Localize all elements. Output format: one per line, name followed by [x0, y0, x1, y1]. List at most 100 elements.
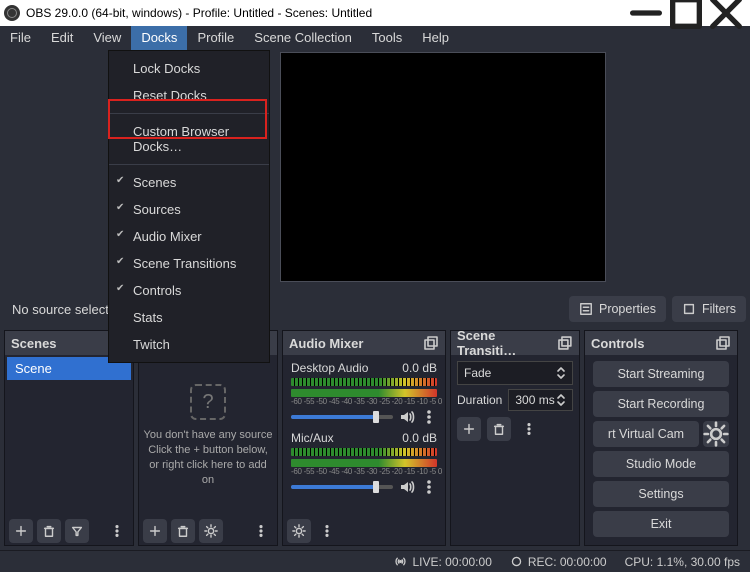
- studio-mode-button[interactable]: Studio Mode: [593, 451, 729, 477]
- app-icon: [4, 5, 20, 21]
- status-live-text: LIVE: 00:00:00: [412, 555, 491, 569]
- channel-db: 0.0 dB: [402, 361, 437, 375]
- menu-docks[interactable]: Docks: [131, 26, 187, 50]
- mixer-more-button[interactable]: [315, 519, 339, 543]
- menu-profile[interactable]: Profile: [187, 26, 244, 50]
- add-transition-button[interactable]: [457, 417, 481, 441]
- gear-icon: [292, 524, 306, 538]
- duration-value: 300 ms: [515, 393, 554, 407]
- dd-scene-transitions[interactable]: Scene Transitions: [109, 250, 269, 277]
- menu-tools[interactable]: Tools: [362, 26, 412, 50]
- scene-filter-button[interactable]: [65, 519, 89, 543]
- volume-slider[interactable]: [291, 415, 393, 419]
- status-bar: LIVE: 00:00:00 REC: 00:00:00 CPU: 1.1%, …: [0, 550, 750, 572]
- transition-more-button[interactable]: [517, 417, 541, 441]
- vu-meter: [291, 389, 437, 397]
- menu-view[interactable]: View: [83, 26, 131, 50]
- dock-header[interactable]: Controls: [585, 331, 737, 355]
- broadcast-icon: [394, 555, 407, 568]
- popout-icon[interactable]: [557, 335, 573, 351]
- updown-icon: [556, 366, 566, 380]
- status-cpu: CPU: 1.1%, 30.00 fps: [625, 555, 740, 569]
- dd-reset-docks[interactable]: Reset Docks: [109, 82, 269, 109]
- dock-title: Audio Mixer: [289, 336, 363, 351]
- delete-source-button[interactable]: [171, 519, 195, 543]
- dd-stats[interactable]: Stats: [109, 304, 269, 331]
- gear-icon: [703, 421, 729, 447]
- docks-dropdown: Lock Docks Reset Docks Custom Browser Do…: [108, 50, 270, 363]
- meter-ticks: -60 -55 -50 -45 -40 -35 -30 -25 -20 -15 …: [291, 467, 437, 476]
- gear-icon: [204, 524, 218, 538]
- transition-select[interactable]: Fade: [457, 361, 573, 385]
- close-button[interactable]: [706, 0, 746, 26]
- menu-help[interactable]: Help: [412, 26, 459, 50]
- channel-name: Mic/Aux: [291, 431, 402, 445]
- properties-button[interactable]: Properties: [569, 296, 666, 322]
- record-icon: [510, 555, 523, 568]
- menu-scene-collection[interactable]: Scene Collection: [244, 26, 362, 50]
- filters-button[interactable]: Filters: [672, 296, 746, 322]
- dd-audio-mixer[interactable]: Audio Mixer: [109, 223, 269, 250]
- delete-scene-button[interactable]: [37, 519, 61, 543]
- more-icon[interactable]: [421, 409, 437, 425]
- popout-icon[interactable]: [715, 335, 731, 351]
- add-source-button[interactable]: [143, 519, 167, 543]
- vu-meter: [291, 448, 437, 456]
- virtual-cam-settings-button[interactable]: [703, 421, 729, 447]
- status-rec-text: REC: 00:00:00: [528, 555, 607, 569]
- minimize-button[interactable]: [626, 0, 666, 26]
- dock-title: Scene Transiti…: [457, 328, 557, 358]
- empty-text: Click the + button below,: [148, 443, 268, 458]
- dd-controls[interactable]: Controls: [109, 277, 269, 304]
- dd-lock-docks[interactable]: Lock Docks: [109, 55, 269, 82]
- window-titlebar: OBS 29.0.0 (64-bit, windows) - Profile: …: [0, 0, 750, 26]
- updown-icon: [556, 393, 566, 407]
- mixer-settings-button[interactable]: [287, 519, 311, 543]
- dock-controls: Controls Start Streaming Start Recording…: [584, 330, 738, 546]
- dock-header[interactable]: Scene Transiti…: [451, 331, 579, 355]
- volume-slider[interactable]: [291, 485, 393, 489]
- speaker-icon[interactable]: [399, 409, 415, 425]
- delete-transition-button[interactable]: [487, 417, 511, 441]
- virtual-cam-button[interactable]: rt Virtual Cam: [593, 421, 699, 447]
- plus-icon: [462, 422, 476, 436]
- menu-file[interactable]: File: [0, 26, 41, 50]
- speaker-icon[interactable]: [399, 479, 415, 495]
- start-streaming-button[interactable]: Start Streaming: [593, 361, 729, 387]
- dd-separator: [109, 113, 269, 114]
- duration-label: Duration: [457, 393, 502, 407]
- more-icon[interactable]: [421, 479, 437, 495]
- source-settings-button[interactable]: [199, 519, 223, 543]
- filters-icon: [682, 302, 696, 316]
- more-icon: [320, 524, 334, 538]
- maximize-button[interactable]: [666, 0, 706, 26]
- meter-ticks: -60 -55 -50 -45 -40 -35 -30 -25 -20 -15 …: [291, 397, 437, 406]
- dd-custom-browser-docks[interactable]: Custom Browser Docks…: [109, 118, 269, 160]
- dock-audio-mixer: Audio Mixer Desktop Audio0.0 dB -60 -55 …: [282, 330, 446, 546]
- dd-twitch[interactable]: Twitch: [109, 331, 269, 358]
- dock-title: Scenes: [11, 336, 57, 351]
- menu-edit[interactable]: Edit: [41, 26, 83, 50]
- popout-icon[interactable]: [423, 335, 439, 351]
- start-recording-button[interactable]: Start Recording: [593, 391, 729, 417]
- question-icon: ?: [190, 384, 226, 420]
- add-scene-button[interactable]: [9, 519, 33, 543]
- channel-db: 0.0 dB: [402, 431, 437, 445]
- dock-header[interactable]: Audio Mixer: [283, 331, 445, 355]
- duration-spinner[interactable]: 300 ms: [508, 389, 573, 411]
- settings-button[interactable]: Settings: [593, 481, 729, 507]
- source-more-button[interactable]: [249, 519, 273, 543]
- scene-more-button[interactable]: [105, 519, 129, 543]
- properties-label: Properties: [599, 302, 656, 316]
- vu-meter: [291, 378, 437, 386]
- trash-icon: [176, 524, 190, 538]
- dd-scenes[interactable]: Scenes: [109, 169, 269, 196]
- dd-sources[interactable]: Sources: [109, 196, 269, 223]
- status-cpu-text: CPU: 1.1%, 30.00 fps: [625, 555, 740, 569]
- exit-button[interactable]: Exit: [593, 511, 729, 537]
- properties-icon: [579, 302, 593, 316]
- empty-text: or right click here to add on: [143, 458, 273, 488]
- preview-canvas[interactable]: [280, 52, 606, 282]
- sources-empty-state: ? You don't have any source Click the + …: [141, 357, 275, 515]
- dd-separator: [109, 164, 269, 165]
